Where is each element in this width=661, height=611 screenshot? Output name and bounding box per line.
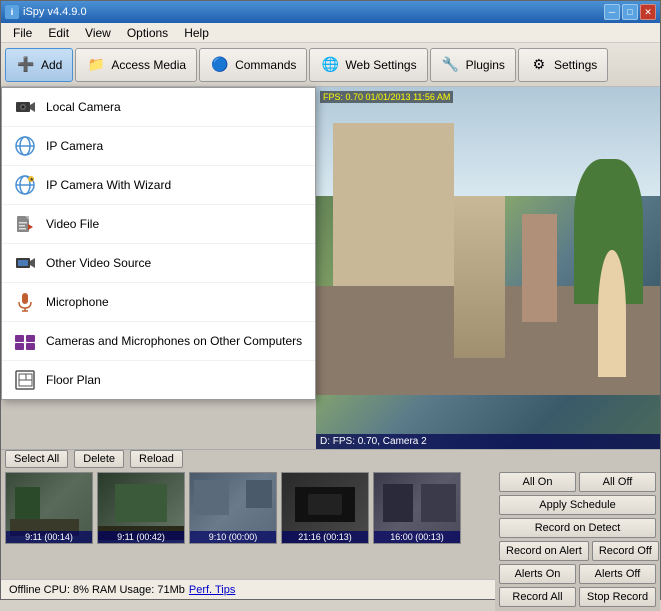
controls-panel: All On All Off Apply Schedule Record on … [495,468,660,611]
record-all-button[interactable]: Record All [499,587,576,607]
control-row-2: Apply Schedule [499,495,656,515]
all-off-button[interactable]: All Off [579,472,656,492]
bottom-toolbar: Select All Delete Reload [1,450,660,468]
local-camera-icon [14,96,36,118]
dropdown-ip-camera[interactable]: IP Camera [2,127,315,166]
apply-schedule-button[interactable]: Apply Schedule [499,495,656,515]
menu-edit[interactable]: Edit [40,24,77,42]
dropdown-floor-plan[interactable]: Floor Plan [2,361,315,399]
plugins-icon: 🔧 [441,55,461,75]
access-media-icon: 📁 [86,55,106,75]
bottom-section: Select All Delete Reload 9:11 (00:14) [1,449,660,579]
dropdown-cameras-other[interactable]: Cameras and Microphones on Other Compute… [2,322,315,361]
floor-plan-icon [14,369,36,391]
thumbnail-1[interactable]: 9:11 (00:14) [5,472,93,544]
maximize-button[interactable]: □ [622,4,638,20]
thumb-label-5: 16:00 (00:13) [374,531,460,543]
main-window: i iSpy v4.4.9.0 ─ □ ✕ File Edit View Opt… [0,0,661,600]
settings-icon: ⚙ [529,55,549,75]
dropdown-ip-camera-wizard[interactable]: ★ IP Camera With Wizard [2,166,315,205]
reload-button[interactable]: Reload [130,450,183,468]
toolbar-add-button[interactable]: ➕ Add [5,48,73,82]
dropdown-local-camera[interactable]: Local Camera [2,88,315,127]
camera-overlay-top: FPS: 0.70 01/01/2013 11:56 AM [320,91,453,103]
alerts-on-button[interactable]: Alerts On [499,564,576,584]
all-on-button[interactable]: All On [499,472,576,492]
thumbnail-2[interactable]: 9:11 (00:42) [97,472,185,544]
other-video-icon [14,252,36,274]
title-bar-left: i iSpy v4.4.9.0 [5,5,87,19]
thumb-label-4: 21:16 (00:13) [282,531,368,543]
menu-view[interactable]: View [77,24,119,42]
menu-file[interactable]: File [5,24,40,42]
window-title: iSpy v4.4.9.0 [23,6,87,18]
title-buttons: ─ □ ✕ [604,4,656,20]
dropdown-other-video[interactable]: Other Video Source [2,244,315,283]
select-all-button[interactable]: Select All [5,450,68,468]
control-row-3: Record on Detect [499,518,656,538]
camera-view: FPS: 0.70 01/01/2013 11:56 AM D: FPS: 0.… [316,87,660,449]
minimize-button[interactable]: ─ [604,4,620,20]
alerts-off-button[interactable]: Alerts Off [579,564,656,584]
svg-text:★: ★ [30,177,35,183]
control-row-6: Record All Stop Record [499,587,656,607]
commands-icon: 🔵 [210,55,230,75]
camera-feed: FPS: 0.70 01/01/2013 11:56 AM D: FPS: 0.… [316,87,660,449]
toolbar-web-settings-button[interactable]: 🌐 Web Settings [309,48,427,82]
thumbnail-5[interactable]: 16:00 (00:13) [373,472,461,544]
video-file-icon [14,213,36,235]
record-off-button[interactable]: Record Off [592,541,659,561]
delete-button[interactable]: Delete [74,450,124,468]
add-icon: ➕ [16,55,36,75]
thumb-label-1: 9:11 (00:14) [6,531,92,543]
control-row-4: Record on Alert Record Off [499,541,656,561]
menu-bar: File Edit View Options Help [1,23,660,43]
microphone-icon [14,291,36,313]
toolbar: ➕ Add 📁 Access Media 🔵 Commands 🌐 Web Se… [1,43,660,87]
web-settings-icon: 🌐 [320,55,340,75]
thumb-label-3: 9:10 (00:00) [190,531,276,543]
dropdown-microphone[interactable]: Microphone [2,283,315,322]
control-row-5: Alerts On Alerts Off [499,564,656,584]
ip-camera-icon [14,135,36,157]
thumbnails-area: 9:11 (00:14) 9:11 (00:42) [1,468,495,611]
thumbnails-with-controls: 9:11 (00:14) 9:11 (00:42) [1,468,660,611]
toolbar-plugins-button[interactable]: 🔧 Plugins [430,48,516,82]
dropdown-video-file[interactable]: Video File [2,205,315,244]
record-on-alert-button[interactable]: Record on Alert [499,541,589,561]
app-icon: i [5,5,19,19]
control-row-1: All On All Off [499,472,656,492]
thumbnail-3[interactable]: 9:10 (00:00) [189,472,277,544]
thumbnail-4[interactable]: 21:16 (00:13) [281,472,369,544]
ip-camera-wizard-icon: ★ [14,174,36,196]
add-dropdown-menu: Local Camera IP Camera [1,87,316,400]
close-button[interactable]: ✕ [640,4,656,20]
top-section: Local Camera IP Camera [1,87,660,449]
thumb-label-2: 9:11 (00:42) [98,531,184,543]
menu-help[interactable]: Help [176,24,217,42]
toolbar-access-media-button[interactable]: 📁 Access Media [75,48,197,82]
cameras-other-icon [14,330,36,352]
toolbar-settings-button[interactable]: ⚙ Settings [518,48,608,82]
title-bar: i iSpy v4.4.9.0 ─ □ ✕ [1,1,660,23]
camera-overlay-bottom: D: FPS: 0.70, Camera 2 [316,434,660,449]
toolbar-commands-button[interactable]: 🔵 Commands [199,48,307,82]
main-content: Local Camera IP Camera [1,87,660,579]
stop-record-button[interactable]: Stop Record [579,587,656,607]
menu-options[interactable]: Options [119,24,176,42]
record-on-detect-button[interactable]: Record on Detect [499,518,656,538]
